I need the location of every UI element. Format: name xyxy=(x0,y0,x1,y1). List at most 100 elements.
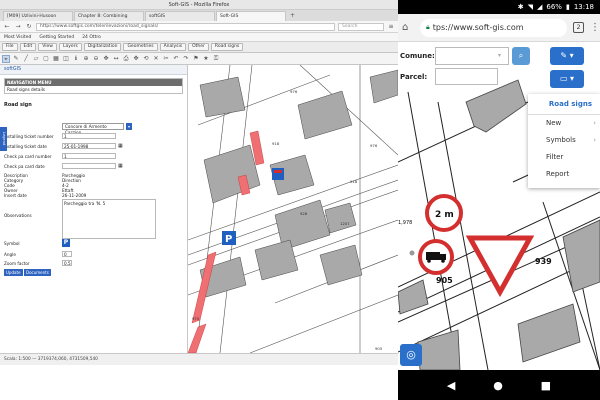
bookmark-item[interactable]: Most Visited xyxy=(4,35,31,40)
layers-tool-icon[interactable]: ◫ xyxy=(62,55,70,63)
parcel-number-939: 939 xyxy=(535,257,552,266)
delete-tool-icon[interactable]: ✕ xyxy=(152,55,160,63)
url-field[interactable]: https://www.softgis.com/telerilevazioni/… xyxy=(36,22,335,31)
menu-item-label: New xyxy=(546,119,562,127)
zoom-in-icon[interactable]: ⊕ xyxy=(82,55,90,63)
lock-tool-icon[interactable]: ⚿ xyxy=(212,55,220,63)
symbol-label: Symbol xyxy=(4,241,20,246)
pencil-tool-icon[interactable]: ✎ xyxy=(12,55,20,63)
back-icon[interactable]: ← xyxy=(3,23,11,30)
search-input[interactable]: Search xyxy=(338,22,384,31)
menu-item-symbols[interactable]: Symbols › xyxy=(528,132,600,149)
menu-item-new[interactable]: New › xyxy=(528,115,600,132)
zoom-factor-field[interactable]: 0.5 xyxy=(62,260,72,266)
line-tool-icon[interactable]: ╱ xyxy=(22,55,30,63)
select-tool-icon[interactable]: ▢ xyxy=(42,55,50,63)
menu-analysis[interactable]: Analysis xyxy=(159,43,187,51)
pointer-tool-icon[interactable]: ⌖ xyxy=(2,54,10,63)
observations-textarea[interactable]: Parcheggio tra 'N. 5 xyxy=(62,199,156,239)
menu-other[interactable]: Other xyxy=(188,43,209,51)
android-recents-icon[interactable]: ■ xyxy=(541,379,551,392)
chevron-down-icon[interactable]: ▾ xyxy=(498,52,501,59)
navigation-menu: NAVIGATION MENU Road signs details xyxy=(4,78,183,94)
bookmark-item[interactable]: Getting Started xyxy=(39,35,74,40)
parking-symbol-icon[interactable]: P xyxy=(62,239,70,247)
chevron-down-icon[interactable]: ▾ xyxy=(126,123,132,130)
browser-tab[interactable]: [M09] Uzlivini-Husoon xyxy=(3,11,73,21)
locate-icon: ◎ xyxy=(406,348,416,361)
observations-label: Observations xyxy=(4,213,32,218)
search-button[interactable]: ⌕ xyxy=(512,47,530,65)
menu-road-signs[interactable]: Road signs xyxy=(210,43,244,51)
browser-tab[interactable]: softGIS xyxy=(145,11,215,21)
browser-nav-bar: ← → ↻ https://www.softgis.com/telerileva… xyxy=(0,21,398,33)
lock-icon: 🔒︎ xyxy=(426,23,430,31)
calendar-icon[interactable]: ▦ xyxy=(118,163,123,169)
update-button[interactable]: Update xyxy=(4,269,23,276)
menu-digitalization[interactable]: Digitalization xyxy=(83,43,122,51)
home-icon[interactable]: ⌂ xyxy=(402,22,414,33)
menu-item-label: Filter xyxy=(546,153,564,161)
reload-icon[interactable]: ↻ xyxy=(25,23,33,30)
tab-switcher-button[interactable]: 2 xyxy=(573,22,584,33)
field-label: Installing ticket date xyxy=(4,143,47,149)
mobile-map-canvas[interactable]: 2 m 905 939 1,978 xyxy=(398,42,600,370)
section-title: Road sign xyxy=(4,102,32,108)
mobile-map[interactable]: 2 m 905 939 1,978 Comune: ▾ ⌕ Parcel: ✎ … xyxy=(398,42,600,370)
android-back-icon[interactable]: ◀ xyxy=(447,379,455,392)
field-row: Check pa card number 1 xyxy=(4,153,116,159)
menu-item-report[interactable]: Report xyxy=(528,166,600,183)
forward-icon[interactable]: → xyxy=(14,23,22,30)
search-icon: ⌕ xyxy=(518,51,524,60)
width-limit-label: 2 m xyxy=(435,210,454,220)
print-tool-icon[interactable]: ⎙ xyxy=(122,55,130,63)
angle-field[interactable]: 0 xyxy=(62,251,72,257)
browser-tab[interactable]: Chapter 8: Combining xyxy=(74,11,144,21)
installing-ticket-number-field[interactable]: 1 xyxy=(62,133,116,139)
check-card-number-field[interactable]: 1 xyxy=(62,153,116,159)
star-tool-icon[interactable]: ★ xyxy=(202,55,210,63)
installing-ticket-date-field[interactable]: 25-01-1998 xyxy=(62,143,116,149)
menu-file[interactable]: File xyxy=(2,43,18,51)
undo-tool-icon[interactable]: ↶ xyxy=(172,55,180,63)
field-row: Check pa card date ▦ xyxy=(4,163,123,169)
browser-tab-active[interactable]: Soft-GIS xyxy=(216,11,286,21)
menu-layers[interactable]: Layers xyxy=(58,43,82,51)
menu-geometries[interactable]: Geometries xyxy=(123,43,158,51)
more-icon[interactable]: ⋮ xyxy=(590,22,600,33)
rotate-tool-icon[interactable]: ⟲ xyxy=(142,55,150,63)
documents-button[interactable]: Documents xyxy=(24,269,51,276)
calendar-icon[interactable]: ▦ xyxy=(118,143,123,149)
pan-tool-icon[interactable]: ✥ xyxy=(102,55,110,63)
menu-item-filter[interactable]: Filter xyxy=(528,149,600,166)
locate-button[interactable]: ◎ xyxy=(400,344,422,366)
zoom-out-icon[interactable]: ⊖ xyxy=(92,55,100,63)
menu-view[interactable]: View xyxy=(38,43,57,51)
move-tool-icon[interactable]: ✥ xyxy=(132,55,140,63)
layers-button[interactable]: ▭ ▾ xyxy=(550,70,584,88)
edit-tools-button[interactable]: ✎ ▾ xyxy=(550,47,584,65)
measure-tool-icon[interactable]: ↔ xyxy=(112,55,120,63)
new-tab-icon[interactable]: + xyxy=(287,11,298,21)
svg-text:918: 918 xyxy=(350,179,358,184)
field-row: Installing ticket number 1 xyxy=(4,133,116,139)
menu-edit[interactable]: Edit xyxy=(19,43,37,51)
parcel-input[interactable] xyxy=(435,68,498,85)
grid-tool-icon[interactable]: ▦ xyxy=(52,55,60,63)
info-tool-icon[interactable]: ℹ xyxy=(72,55,80,63)
flag-tool-icon[interactable]: ⚑ xyxy=(192,55,200,63)
field-label: Check pa card number xyxy=(4,153,52,159)
omnibox[interactable]: 🔒︎ tps://www.soft-gis.com xyxy=(420,18,567,37)
field-row: Insert date 26-11-2009 xyxy=(4,193,86,198)
polygon-tool-icon[interactable]: ▱ xyxy=(32,55,40,63)
android-home-icon[interactable]: ● xyxy=(493,379,503,392)
bookmark-item[interactable]: 24 Ottro xyxy=(82,35,101,40)
check-card-date-field[interactable] xyxy=(62,163,116,169)
redo-tool-icon[interactable]: ↷ xyxy=(182,55,190,63)
menu-icon[interactable]: ≡ xyxy=(387,23,395,30)
legend-side-tab[interactable]: Legend xyxy=(0,127,7,151)
split-tool-icon[interactable]: ✂ xyxy=(162,55,170,63)
sign-type-select[interactable]: Concore di Armento Cazzion xyxy=(62,123,124,135)
navigation-menu-link[interactable]: Road signs details xyxy=(5,86,182,93)
parcel-label: Parcel: xyxy=(400,73,428,81)
